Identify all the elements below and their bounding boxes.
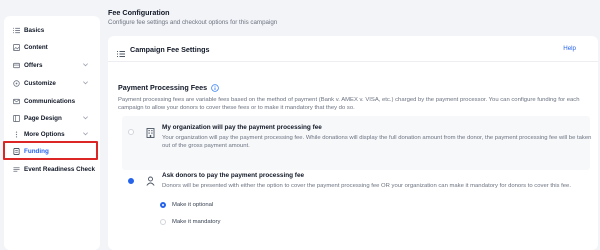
sidebar-item-label: Page Design xyxy=(24,114,62,122)
chevron-down-icon[interactable] xyxy=(82,114,90,122)
building-icon xyxy=(146,125,155,138)
chevron-down-icon[interactable] xyxy=(82,79,90,87)
tag-icon xyxy=(12,61,20,69)
chevron-down-icon[interactable] xyxy=(82,130,90,138)
help-link[interactable]: Help xyxy=(563,45,576,52)
sidebar-item-label: More Options xyxy=(24,130,65,138)
checklist-icon xyxy=(12,165,20,173)
sidebar-item-label: Communications xyxy=(24,97,76,105)
card-header: Campaign Fee Settings Help xyxy=(108,36,598,62)
option-organization-pays[interactable]: My organization will pay the payment pro… xyxy=(122,116,592,170)
page-subtitle: Configure fee settings and checkout opti… xyxy=(108,19,278,26)
sidebar-item-offers[interactable]: Offers xyxy=(8,59,96,71)
sidebar-item-event-readiness-check[interactable]: Event Readiness Check xyxy=(8,163,96,175)
info-icon[interactable] xyxy=(211,83,219,92)
option-title: My organization will pay the payment pro… xyxy=(162,124,322,131)
section-description: Payment processing fees are variable fee… xyxy=(118,97,580,112)
settings-list-icon xyxy=(117,45,125,57)
brush-icon xyxy=(12,79,20,87)
radio-make-mandatory[interactable] xyxy=(160,219,166,225)
sidebar-item-basics[interactable]: Basics xyxy=(8,24,96,36)
radio-make-optional[interactable] xyxy=(160,202,166,208)
option-description: Your organization will pay the payment p… xyxy=(162,135,592,150)
user-icon xyxy=(146,173,155,186)
image-icon xyxy=(12,43,20,51)
sidebar-item-label: Funding xyxy=(24,147,49,155)
sidebar-item-label: Event Readiness Check xyxy=(24,165,96,173)
option-donors-pay[interactable]: Ask donors to pay the payment processing… xyxy=(122,170,590,250)
chevron-down-icon[interactable] xyxy=(82,61,90,69)
mail-icon xyxy=(12,97,20,105)
sidebar-item-customize[interactable]: Customize xyxy=(8,77,96,89)
make-optional-label[interactable]: Make it optional xyxy=(172,202,213,208)
campaign-fee-settings-card: Campaign Fee Settings Help Payment Proce… xyxy=(108,36,598,250)
sidebar-item-communications[interactable]: Communications xyxy=(8,95,96,107)
dots-icon xyxy=(12,130,20,138)
list-icon xyxy=(12,26,20,34)
section-title: Payment Processing Fees xyxy=(118,83,219,92)
sidebar-item-label: Basics xyxy=(24,26,45,34)
page-title: Fee Configuration xyxy=(108,8,170,17)
layout-icon xyxy=(12,114,20,122)
radio-organization-pays[interactable] xyxy=(128,129,134,135)
make-mandatory-label[interactable]: Make it mandatory xyxy=(172,219,220,225)
option-description: Donors will be presented with either the… xyxy=(162,183,571,189)
sidebar-item-more-options[interactable]: More Options xyxy=(8,128,96,140)
sidebar-item-page-design[interactable]: Page Design xyxy=(8,112,96,124)
sidebar-item-content[interactable]: Content xyxy=(8,41,96,53)
sidebar-item-label: Offers xyxy=(24,61,43,69)
card-title: Campaign Fee Settings xyxy=(130,45,210,54)
sidebar-item-funding[interactable]: Funding xyxy=(8,145,96,157)
section-title-text: Payment Processing Fees xyxy=(118,83,208,92)
radio-donors-pay[interactable] xyxy=(128,178,134,184)
sidebar-item-label: Content xyxy=(24,43,48,51)
document-icon xyxy=(12,147,20,155)
option-title: Ask donors to pay the payment processing… xyxy=(162,172,305,179)
sidebar: Basics Content Offers Customize Communic… xyxy=(4,16,100,250)
sidebar-item-label: Customize xyxy=(24,79,56,87)
